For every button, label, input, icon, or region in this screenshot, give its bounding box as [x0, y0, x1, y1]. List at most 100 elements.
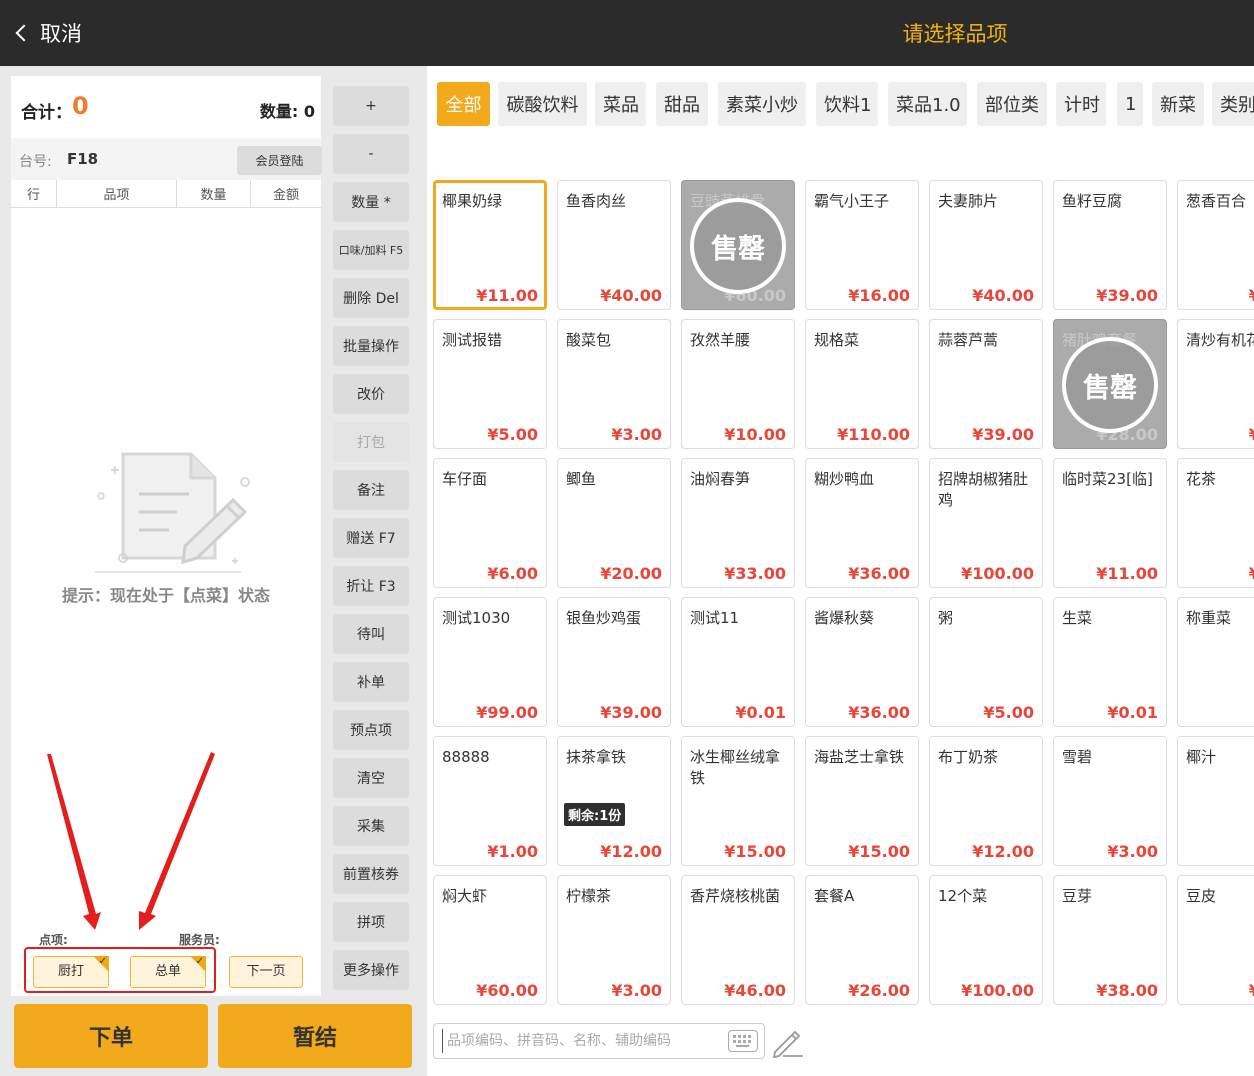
- product-card[interactable]: 油焖春笋 ¥33.00: [681, 458, 795, 588]
- wait-call-button[interactable]: 待叫: [333, 614, 409, 654]
- category-tab[interactable]: 菜品: [595, 82, 646, 126]
- product-card[interactable]: 抹茶拿铁 ¥12.00 剩余:1份: [557, 736, 671, 866]
- product-card[interactable]: 规格菜 ¥110.00: [805, 319, 919, 449]
- product-name: 生菜: [1062, 609, 1093, 627]
- category-tab[interactable]: 计时: [1056, 82, 1106, 126]
- product-card[interactable]: 椰果奶绿 ¥11.00: [433, 180, 547, 310]
- more-operations-button[interactable]: 更多操作: [333, 950, 409, 990]
- product-price: ¥39.00: [1096, 286, 1158, 305]
- category-tab[interactable]: 菜品1.0: [888, 82, 967, 126]
- product-card[interactable]: 酱爆秋葵 ¥36.00: [805, 597, 919, 727]
- product-card[interactable]: 焖大虾 ¥60.00: [433, 875, 547, 1005]
- quantity-button[interactable]: 数量 *: [333, 182, 409, 222]
- category-tab[interactable]: 部位类: [977, 82, 1047, 126]
- product-card[interactable]: 粥 ¥5.00: [929, 597, 1043, 727]
- takeaway-pack-button[interactable]: 打包: [333, 422, 409, 462]
- category-tab[interactable]: 素菜小炒: [718, 82, 806, 126]
- product-card[interactable]: 酸菜包 ¥3.00: [557, 319, 671, 449]
- change-price-button[interactable]: 改价: [333, 374, 409, 414]
- category-tab[interactable]: 碳酸饮料: [498, 82, 587, 126]
- product-card[interactable]: 测试1030 ¥99.00: [433, 597, 547, 727]
- category-tab[interactable]: 饮料1: [816, 82, 878, 126]
- product-card[interactable]: 冰生椰丝绒拿铁 ¥15.00: [681, 736, 795, 866]
- verify-coupon-button[interactable]: 前置核券: [333, 854, 409, 894]
- product-card[interactable]: 银鱼炒鸡蛋 ¥39.00: [557, 597, 671, 727]
- category-tab[interactable]: 类别: [1212, 82, 1254, 126]
- category-tab[interactable]: 新菜: [1152, 82, 1204, 126]
- product-name: 测试报错: [442, 331, 503, 349]
- product-card[interactable]: 蒜蓉芦蒿 ¥39.00: [929, 319, 1043, 449]
- product-card[interactable]: 豆芽 ¥38.00: [1053, 875, 1167, 1005]
- product-price: ¥99.00: [476, 703, 538, 722]
- product-price: ¥100.00: [961, 564, 1034, 583]
- kitchen-print-toggle[interactable]: 厨打 ✓: [33, 956, 109, 988]
- product-name: 花茶: [1186, 470, 1217, 488]
- product-card[interactable]: 孜然羊腰 ¥10.00: [681, 319, 795, 449]
- product-card[interactable]: 车仔面 ¥6.00: [433, 458, 547, 588]
- cancel-button[interactable]: 取消: [12, 18, 82, 48]
- product-card[interactable]: 鱼香肉丝 ¥40.00: [557, 180, 671, 310]
- product-card[interactable]: 海盐芝士拿铁 ¥15.00: [805, 736, 919, 866]
- product-card[interactable]: 称重菜¥2: [1177, 597, 1254, 727]
- product-card[interactable]: 夫妻肺片 ¥40.00: [929, 180, 1043, 310]
- product-card[interactable]: 猪肚鸡套餐¥28.00售罄: [1053, 319, 1167, 449]
- batch-operation-button[interactable]: 批量操作: [333, 326, 409, 366]
- order-hint: 提示：现在处于【点菜】状态: [61, 586, 270, 605]
- product-name: 临时菜23[临]: [1062, 470, 1153, 488]
- decrease-button[interactable]: -: [333, 134, 409, 174]
- product-card[interactable]: 测试11 ¥0.01: [681, 597, 795, 727]
- pre-order-item-button[interactable]: 预点项: [333, 710, 409, 750]
- collect-button[interactable]: 采集: [333, 806, 409, 846]
- next-page-button[interactable]: 下一页: [229, 956, 303, 988]
- product-card[interactable]: 花茶 ¥10: [1177, 458, 1254, 588]
- product-card[interactable]: 测试报错 ¥5.00: [433, 319, 547, 449]
- product-price: ¥26.00: [848, 981, 910, 1000]
- product-name: 霸气小王子: [814, 192, 890, 210]
- discount-button[interactable]: 折让 F3: [333, 566, 409, 606]
- gift-button[interactable]: 赠送 F7: [333, 518, 409, 558]
- search-input[interactable]: [442, 1029, 722, 1053]
- category-tab[interactable]: 1: [1117, 82, 1143, 126]
- product-card[interactable]: 香芹烧核桃菌 ¥46.00: [681, 875, 795, 1005]
- summary-print-toggle[interactable]: 总单 ✓: [130, 956, 206, 988]
- total-value: 0: [72, 92, 89, 120]
- product-card[interactable]: 套餐A ¥26.00: [805, 875, 919, 1005]
- product-card[interactable]: 88888 ¥1.00: [433, 736, 547, 866]
- product-card[interactable]: 椰汁¥5: [1177, 736, 1254, 866]
- product-name: 套餐A: [814, 887, 855, 905]
- keyboard-icon[interactable]: [728, 1030, 758, 1052]
- product-card[interactable]: 柠檬茶 ¥3.00: [557, 875, 671, 1005]
- hold-order-button[interactable]: 暂结: [218, 1004, 412, 1068]
- product-card[interactable]: 布丁奶茶 ¥12.00: [929, 736, 1043, 866]
- product-card[interactable]: 豆豉蒸排骨¥60.00售罄: [681, 180, 795, 310]
- product-card[interactable]: 鲫鱼 ¥20.00: [557, 458, 671, 588]
- combine-item-button[interactable]: 拼项: [333, 902, 409, 942]
- flavor-addon-button[interactable]: 口味/加料 F5: [333, 230, 409, 270]
- product-card[interactable]: 12个菜 ¥100.00: [929, 875, 1043, 1005]
- product-card[interactable]: 豆皮 ¥10: [1177, 875, 1254, 1005]
- check-icon: ✓: [190, 956, 206, 972]
- product-name: 焖大虾: [442, 887, 488, 905]
- product-name: 冰生椰丝绒拿铁: [690, 748, 781, 787]
- remark-button[interactable]: 备注: [333, 470, 409, 510]
- product-card[interactable]: 鱼籽豆腐 ¥39.00: [1053, 180, 1167, 310]
- product-card[interactable]: 葱香百合 ¥43: [1177, 180, 1254, 310]
- category-tab[interactable]: 甜品: [656, 82, 708, 126]
- product-card[interactable]: 生菜 ¥0.01: [1053, 597, 1167, 727]
- product-card[interactable]: 清炒有机花 ¥29: [1177, 319, 1254, 449]
- increase-button[interactable]: +: [333, 86, 409, 126]
- handwriting-icon[interactable]: [771, 1024, 805, 1058]
- clear-button[interactable]: 清空: [333, 758, 409, 798]
- delete-button[interactable]: 删除 Del: [333, 278, 409, 318]
- product-card[interactable]: 霸气小王子 ¥16.00: [805, 180, 919, 310]
- product-card[interactable]: 临时菜23[临] ¥11.00: [1053, 458, 1167, 588]
- supplement-order-button[interactable]: 补单: [333, 662, 409, 702]
- product-card[interactable]: 糊炒鸭血 ¥36.00: [805, 458, 919, 588]
- place-order-button[interactable]: 下单: [14, 1004, 208, 1068]
- category-tab[interactable]: 全部: [437, 82, 490, 126]
- product-name: 香芹烧核桃菌: [690, 887, 781, 905]
- member-login-button[interactable]: 会员登陆: [237, 146, 322, 175]
- product-card[interactable]: 雪碧 ¥3.00: [1053, 736, 1167, 866]
- product-card[interactable]: 招牌胡椒猪肚鸡 ¥100.00: [929, 458, 1043, 588]
- column-header-item: 品项: [57, 180, 177, 207]
